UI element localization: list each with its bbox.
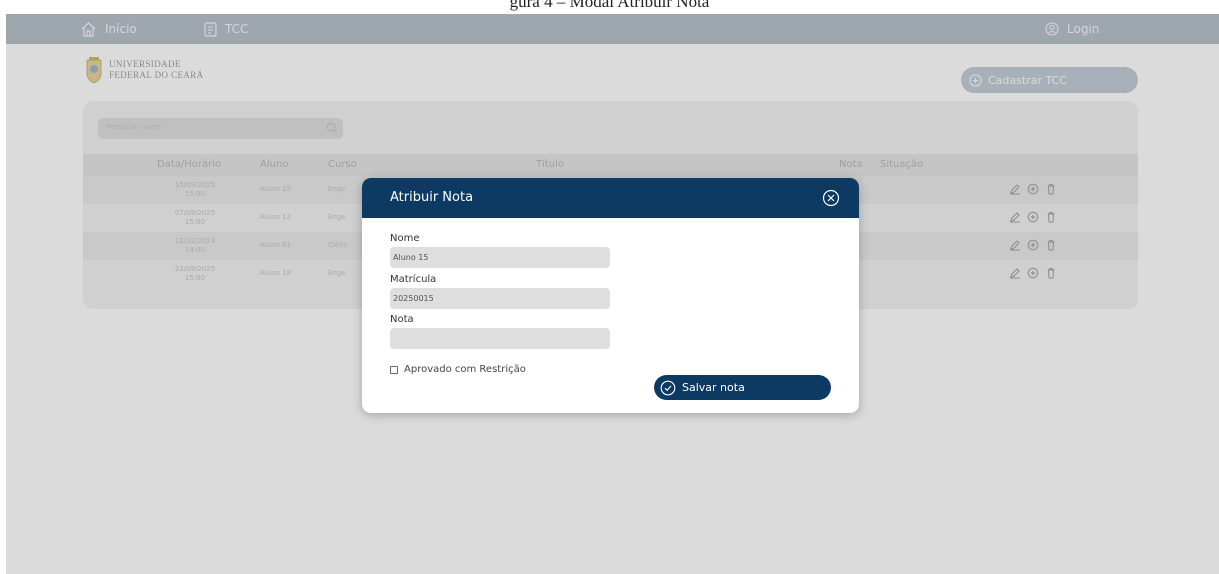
app-frame: Início TCC Login UNIVERSIDADE FEDERAL DO… (6, 14, 1219, 574)
check-circle-icon (660, 380, 676, 395)
nota-label: Nota (390, 314, 414, 325)
atribuir-nota-modal: Atribuir Nota Nome Aluno 15 Matrícula 20… (362, 178, 859, 413)
nota-field[interactable] (390, 328, 610, 349)
aprovado-restricao-checkbox[interactable]: Aprovado com Restrição (390, 364, 526, 375)
modal-header: Atribuir Nota (362, 178, 859, 218)
matricula-label: Matrícula (390, 274, 437, 285)
matricula-field[interactable]: 20250015 (390, 288, 610, 309)
checkbox-box[interactable] (390, 365, 398, 374)
salvar-nota-label: Salvar nota (682, 381, 745, 394)
close-icon[interactable] (822, 189, 840, 207)
checkbox-label: Aprovado com Restrição (404, 364, 526, 375)
salvar-nota-button[interactable]: Salvar nota (654, 375, 831, 400)
nome-field[interactable]: Aluno 15 (390, 247, 610, 268)
modal-title: Atribuir Nota (390, 190, 474, 205)
nome-label: Nome (390, 233, 420, 244)
figure-caption: gura 4 – Modal Atribuir Nota (509, 0, 710, 11)
